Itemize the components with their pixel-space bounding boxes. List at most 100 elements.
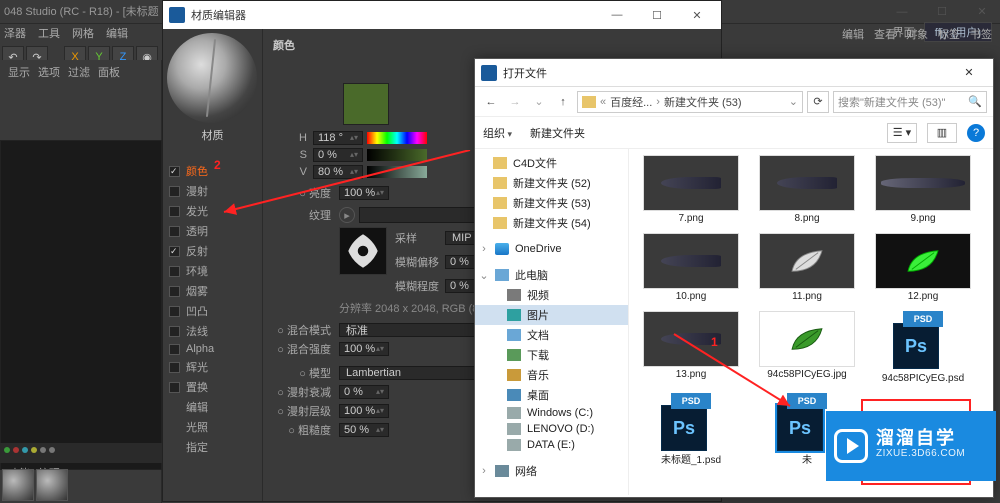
file-item[interactable]: 10.png bbox=[637, 233, 745, 303]
texture-thumbnail[interactable] bbox=[339, 227, 387, 275]
folder-tree[interactable]: C4D文件新建文件夹 (52)新建文件夹 (53)新建文件夹 (54)›OneD… bbox=[475, 149, 629, 495]
nav-forward-icon[interactable]: → bbox=[505, 96, 525, 108]
tree-expand-icon[interactable]: › bbox=[479, 243, 489, 255]
channel-反射[interactable]: 反射 bbox=[163, 241, 262, 261]
tree-item[interactable]: 新建文件夹 (52) bbox=[475, 173, 628, 193]
sat-slider[interactable] bbox=[367, 149, 427, 161]
file-item[interactable]: 9.png bbox=[869, 155, 977, 225]
view-tab[interactable]: 选项 bbox=[38, 64, 60, 80]
view-tab[interactable]: 显示 bbox=[8, 64, 30, 80]
tree-item[interactable]: 视频 bbox=[475, 285, 628, 305]
view-mode-icon[interactable]: ☰ ▾ bbox=[887, 123, 917, 143]
file-thumbnail[interactable] bbox=[643, 233, 739, 289]
menu-item[interactable]: 编辑 bbox=[106, 24, 128, 44]
channel-编辑[interactable]: 编辑 bbox=[163, 397, 262, 417]
tree-expand-icon[interactable]: › bbox=[479, 465, 489, 477]
search-input[interactable]: 搜索"新建文件夹 (53)" 🔍 bbox=[833, 91, 987, 113]
menu-item[interactable]: 标签 bbox=[938, 26, 960, 42]
tree-item[interactable]: 新建文件夹 (54) bbox=[475, 213, 628, 233]
c4d-min-icon[interactable]: — bbox=[884, 0, 920, 24]
roughness-input[interactable]: 50 %▴▾ bbox=[339, 423, 389, 437]
keyframe-dot-icon[interactable] bbox=[40, 447, 46, 453]
timeline[interactable] bbox=[0, 443, 162, 463]
new-folder-button[interactable]: 新建文件夹 bbox=[530, 125, 585, 141]
mix-strength-input[interactable]: 100 %▴▾ bbox=[339, 342, 389, 356]
texture-arrow-icon[interactable]: ▸ bbox=[339, 207, 355, 223]
menu-item[interactable]: 查看 bbox=[874, 26, 896, 42]
channel-checkbox[interactable] bbox=[169, 362, 180, 373]
hue-input[interactable]: 118 °▴▾ bbox=[313, 131, 363, 145]
channel-Alpha[interactable]: Alpha bbox=[163, 341, 262, 357]
keyframe-dot-icon[interactable] bbox=[49, 447, 55, 453]
tree-expand-icon[interactable]: ⌄ bbox=[479, 269, 489, 282]
keyframe-dot-icon[interactable] bbox=[4, 447, 10, 453]
organize-menu[interactable]: 组织 bbox=[483, 125, 512, 141]
menu-item[interactable]: 工具 bbox=[38, 24, 60, 44]
channel-烟雾[interactable]: 烟雾 bbox=[163, 281, 262, 301]
file-item[interactable]: 8.png bbox=[753, 155, 861, 225]
channel-漫射[interactable]: 漫射 bbox=[163, 181, 262, 201]
channel-checkbox[interactable] bbox=[169, 286, 180, 297]
channel-checkbox[interactable] bbox=[169, 206, 180, 217]
viewport[interactable] bbox=[0, 140, 162, 470]
channel-颜色[interactable]: 颜色 bbox=[163, 161, 262, 181]
diffuse-level-input[interactable]: 100 %▴▾ bbox=[339, 404, 389, 418]
hue-slider[interactable] bbox=[367, 132, 427, 144]
path-bar[interactable]: « 百度经... › 新建文件夹 (53) ⌄ bbox=[577, 91, 803, 113]
refresh-icon[interactable]: ⟳ bbox=[807, 91, 829, 113]
close-icon[interactable]: ✕ bbox=[951, 61, 987, 85]
file-thumbnail[interactable] bbox=[643, 311, 739, 367]
tree-item[interactable]: ⌄此电脑 bbox=[475, 265, 628, 285]
menu-item[interactable]: 书签 bbox=[970, 26, 992, 42]
menu-item[interactable]: 编辑 bbox=[842, 26, 864, 42]
file-thumbnail[interactable] bbox=[875, 155, 971, 211]
menu-item[interactable]: 网格 bbox=[72, 24, 94, 44]
material-swatch[interactable] bbox=[36, 469, 68, 501]
file-item[interactable]: 12.png bbox=[869, 233, 977, 303]
file-item[interactable]: 7.png bbox=[637, 155, 745, 225]
nav-up-icon[interactable]: ↑ bbox=[553, 96, 573, 108]
tree-item[interactable]: ›OneDrive bbox=[475, 241, 628, 257]
minimize-icon[interactable]: — bbox=[599, 3, 635, 27]
keyframe-dot-icon[interactable] bbox=[31, 447, 37, 453]
file-item[interactable]: PSDPs94c58PICyEG.psd bbox=[869, 311, 977, 385]
close-icon[interactable]: ✕ bbox=[679, 3, 715, 27]
channel-发光[interactable]: 发光 bbox=[163, 201, 262, 221]
material-name[interactable]: 材质 bbox=[163, 127, 262, 143]
color-swatch[interactable] bbox=[343, 83, 389, 125]
file-item[interactable]: 94c58PICyEG.jpg bbox=[753, 311, 861, 385]
view-tab[interactable]: 面板 bbox=[98, 64, 120, 80]
search-icon[interactable]: 🔍 bbox=[968, 95, 982, 108]
view-tab[interactable]: 过滤 bbox=[68, 64, 90, 80]
channel-透明[interactable]: 透明 bbox=[163, 221, 262, 241]
val-input[interactable]: 80 %▴▾ bbox=[313, 165, 363, 179]
file-thumbnail[interactable] bbox=[759, 233, 855, 289]
nav-back-icon[interactable]: ← bbox=[481, 96, 501, 108]
channel-checkbox[interactable] bbox=[169, 306, 180, 317]
file-item[interactable]: 13.png bbox=[637, 311, 745, 385]
val-slider[interactable] bbox=[367, 166, 427, 178]
material-swatch[interactable] bbox=[2, 469, 34, 501]
tree-item[interactable]: Windows (C:) bbox=[475, 405, 628, 421]
channel-辉光[interactable]: 辉光 bbox=[163, 357, 262, 377]
diffuse-falloff-input[interactable]: 0 %▴▾ bbox=[339, 385, 389, 399]
channel-指定[interactable]: 指定 bbox=[163, 437, 262, 457]
material-preview-sphere[interactable] bbox=[167, 33, 257, 123]
channel-checkbox[interactable] bbox=[169, 226, 180, 237]
channel-checkbox[interactable] bbox=[169, 344, 180, 355]
channel-环境[interactable]: 环境 bbox=[163, 261, 262, 281]
menu-item[interactable]: 对象 bbox=[906, 26, 928, 42]
maximize-icon[interactable]: ☐ bbox=[639, 3, 675, 27]
file-thumbnail[interactable]: PSDPs bbox=[661, 393, 721, 453]
channel-光照[interactable]: 光照 bbox=[163, 417, 262, 437]
keyframe-dot-icon[interactable] bbox=[22, 447, 28, 453]
channel-checkbox[interactable] bbox=[169, 166, 180, 177]
channel-凹凸[interactable]: 凹凸 bbox=[163, 301, 262, 321]
tree-item[interactable]: ›网络 bbox=[475, 461, 628, 481]
file-thumbnail[interactable] bbox=[759, 155, 855, 211]
sat-input[interactable]: 0 %▴▾ bbox=[313, 148, 363, 162]
keyframe-dot-icon[interactable] bbox=[13, 447, 19, 453]
channel-checkbox[interactable] bbox=[169, 266, 180, 277]
tree-item[interactable]: 下载 bbox=[475, 345, 628, 365]
tree-item[interactable]: C4D文件 bbox=[475, 153, 628, 173]
